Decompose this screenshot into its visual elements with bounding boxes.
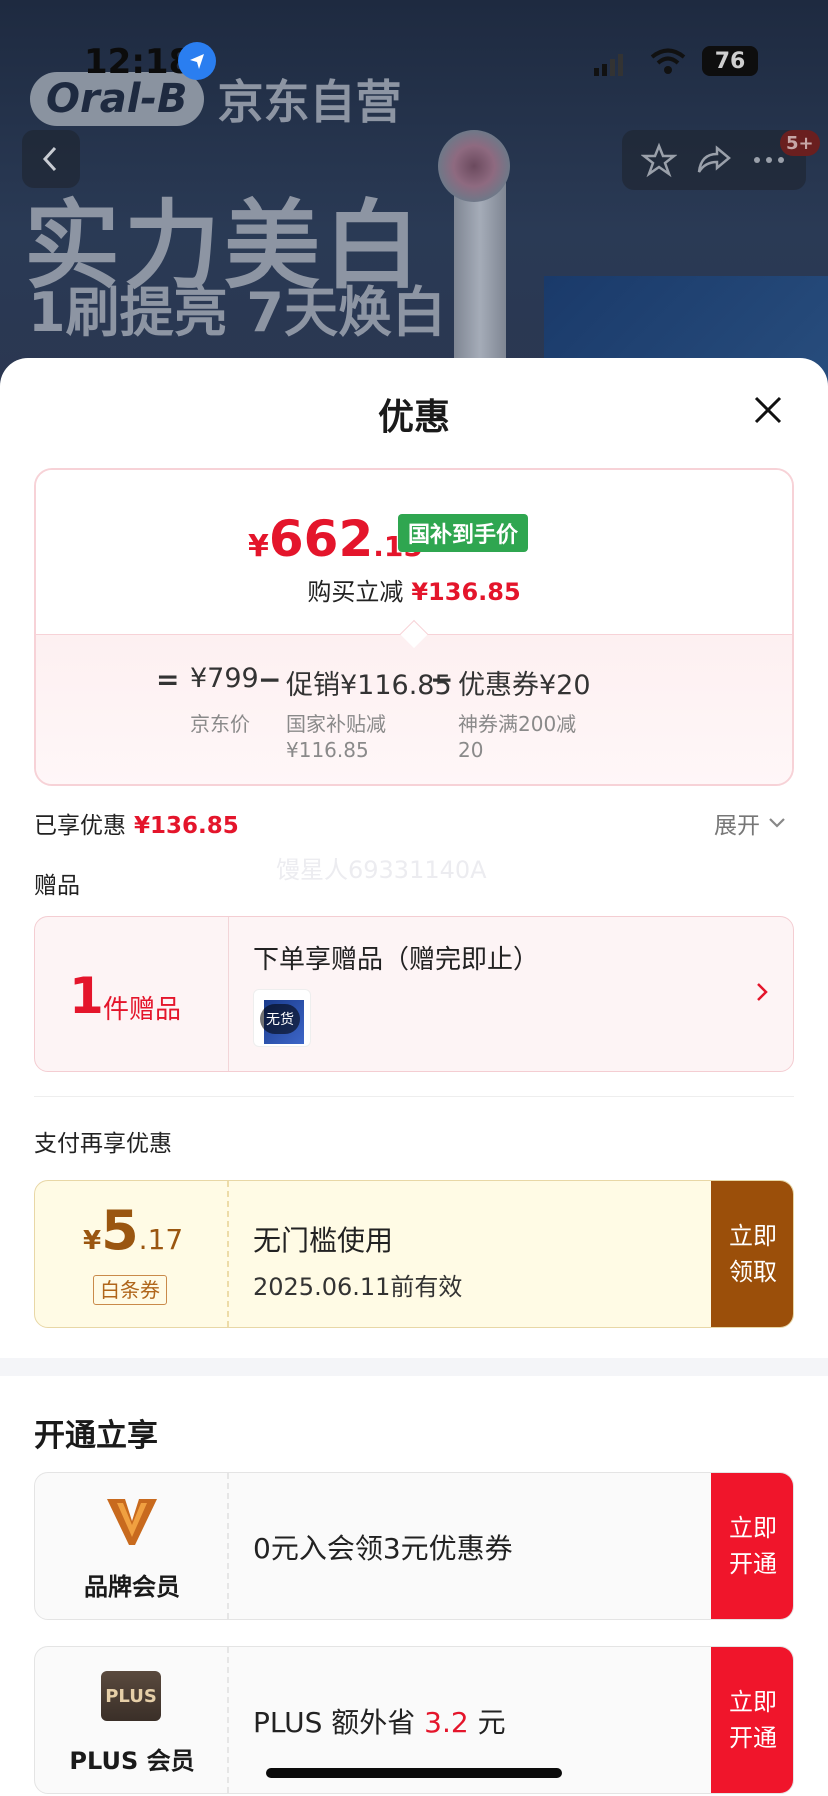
expand-label: 展开 — [714, 813, 760, 839]
toothbrush-head-image — [438, 130, 510, 202]
jd-price-value: ¥799 — [190, 663, 259, 694]
location-icon — [178, 42, 216, 80]
plus-desc-prefix: PLUS 额外省 — [253, 1706, 425, 1739]
minus-sign-1: − — [258, 663, 282, 696]
price-top: ¥ 662 .15 国补到手价 购买立减¥136.85 — [36, 470, 792, 634]
gift-unit: 件赠品 — [103, 995, 182, 1025]
final-price-currency: ¥ — [248, 529, 269, 564]
status-bar: 12:18 76 — [0, 0, 828, 110]
coupon-currency: ¥ — [83, 1226, 102, 1256]
cart-badge: 5+ — [780, 130, 820, 156]
section-divider-band — [0, 1358, 828, 1376]
gift-count-area: 1 件赠品 — [35, 917, 229, 1071]
top-actions — [622, 130, 806, 190]
coupon-int: 5 — [101, 1199, 139, 1262]
minus-sign-2: − — [430, 663, 454, 696]
brand-member-open-label: 立即开通 — [729, 1514, 777, 1578]
watermark: 馒星人69331140A — [276, 856, 487, 884]
coupon-dec: .17 — [138, 1223, 184, 1256]
coupon-title: 无门槛使用 — [253, 1224, 394, 1257]
baitiao-coupon: ¥ 5 .17 白条券 无门槛使用 2025.06.11前有效 立即领取 — [34, 1180, 794, 1328]
plus-desc-highlight: 3.2 — [424, 1706, 469, 1739]
gift-title: 下单享赠品（赠完即止） — [253, 945, 540, 975]
enjoyed-discount: 已享优惠 ¥136.85 — [34, 806, 239, 840]
brand-member-left: 品牌会员 — [35, 1473, 229, 1619]
plus-member-desc: PLUS 额外省 3.2 元 — [253, 1701, 506, 1741]
back-button[interactable] — [22, 130, 80, 188]
sheet-title: 优惠 — [377, 397, 450, 438]
plus-member-left: PLUS PLUS 会员 — [35, 1647, 229, 1793]
brand-v-logo-icon — [107, 1499, 157, 1545]
gift-thumbnail: 无货 — [253, 989, 311, 1047]
expand-button[interactable]: 展开 — [714, 806, 786, 840]
price-card: ¥ 662 .15 国补到手价 购买立减¥136.85 = ¥799 京东价 −… — [34, 468, 794, 786]
star-icon[interactable] — [641, 142, 677, 178]
enjoyed-label: 已享优惠 — [34, 813, 126, 839]
buy-reduce: 购买立减 ¥136.85 — [36, 572, 792, 607]
signal-icon — [594, 54, 623, 76]
pay-section-label: 支付再享优惠 — [34, 1131, 172, 1157]
status-time: 12:18 — [84, 42, 193, 82]
plus-member-open-button[interactable]: 立即开通 — [711, 1647, 793, 1793]
gift-count: 1 — [69, 967, 104, 1025]
promo-value: 促销¥116.85 — [286, 670, 452, 701]
back-icon — [42, 146, 57, 172]
close-icon[interactable] — [748, 390, 788, 430]
more-icon[interactable] — [751, 154, 787, 166]
battery-icon: 76 — [702, 46, 758, 76]
plus-member-open-label: 立即开通 — [729, 1688, 777, 1752]
open-section-title: 开通立享 — [34, 1418, 158, 1454]
share-icon[interactable] — [695, 142, 733, 178]
plus-desc-suffix: 元 — [468, 1706, 506, 1739]
coupon-amount-area: ¥ 5 .17 白条券 — [35, 1181, 229, 1327]
plus-member-name: PLUS 会员 — [69, 1747, 195, 1775]
gift-card[interactable]: 1 件赠品 下单享赠品（赠完即止） 无货 — [34, 916, 794, 1072]
buy-reduce-label: 购买立减 — [307, 578, 404, 606]
brand-member-card: 品牌会员 0元入会领3元优惠券 立即开通 — [34, 1472, 794, 1620]
brand-member-desc: 0元入会领3元优惠券 — [253, 1527, 513, 1567]
discount-sheet: 优惠 ¥ 662 .15 国补到手价 购买立减¥136.85 = ¥799 京东… — [0, 358, 828, 1796]
guobu-tag: 国补到手价 — [398, 514, 529, 552]
gift-section-label: 赠品 — [34, 873, 80, 899]
price-breakdown: = ¥799 京东价 − 促销¥116.85 国家补贴减 ¥116.85 − 优… — [36, 634, 792, 784]
jd-price-label: 京东价 — [190, 712, 250, 736]
coupon-label: 神券满200减 20 — [458, 712, 577, 762]
brand-member-desc-text: 0元入会领3元优惠券 — [253, 1532, 513, 1565]
coupon-expire: 2025.06.11前有效 — [253, 1273, 463, 1301]
brand-member-name: 品牌会员 — [84, 1573, 180, 1601]
equals-sign: = — [156, 663, 180, 696]
coupon-amount: ¥ 5 .17 — [83, 1199, 183, 1262]
brand-member-open-button[interactable]: 立即开通 — [711, 1473, 793, 1619]
chevron-down-icon — [769, 818, 785, 828]
banner-subheadline: 1刷提亮 7天焕白 — [28, 281, 446, 344]
enjoyed-value: ¥136.85 — [134, 813, 239, 839]
coupon-value: 优惠券¥20 — [458, 670, 591, 701]
promo-label: 国家补贴减 ¥116.85 — [286, 712, 386, 762]
buy-reduce-value: ¥136.85 — [411, 578, 521, 606]
claim-coupon-label: 立即领取 — [729, 1222, 777, 1286]
claim-coupon-button[interactable]: 立即领取 — [711, 1181, 793, 1327]
chevron-right-icon — [757, 983, 768, 1001]
final-price-int: 662 — [268, 510, 374, 568]
home-indicator[interactable] — [266, 1768, 562, 1778]
wifi-icon — [650, 48, 686, 74]
coupon-type-tag: 白条券 — [93, 1275, 167, 1305]
final-price: ¥ 662 .15 — [248, 510, 423, 568]
out-of-stock-badge: 无货 — [260, 1004, 300, 1034]
plus-logo-icon: PLUS — [101, 1671, 161, 1721]
divider — [34, 1096, 794, 1097]
